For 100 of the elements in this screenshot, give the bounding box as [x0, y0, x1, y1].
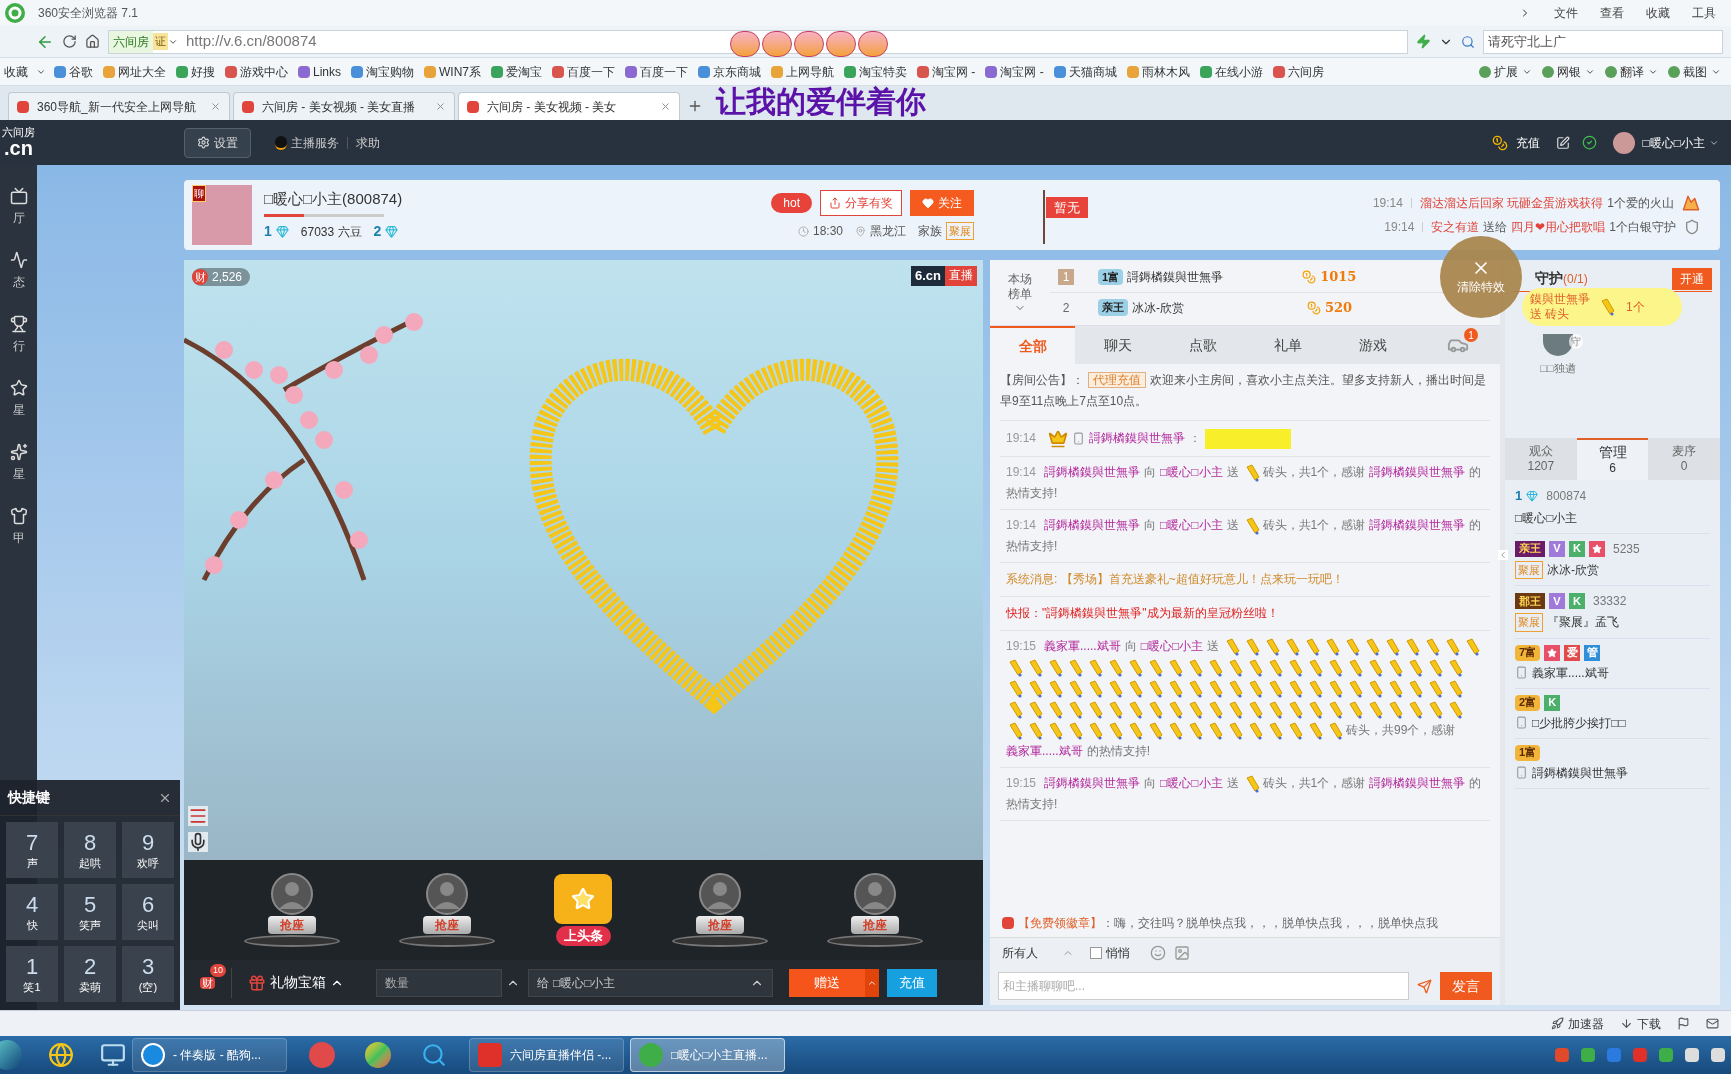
bookmark-link[interactable]: 雨林木风 — [1141, 62, 1190, 81]
audience-tab[interactable]: 观众 1207 — [1505, 438, 1577, 480]
recipient-dropdown[interactable]: 所有人 — [1002, 943, 1038, 962]
start-button[interactable] — [0, 1040, 22, 1070]
shortcut-key[interactable]: 8 起哄 — [64, 822, 116, 878]
bookmark-link[interactable]: 在线小游 — [1214, 62, 1263, 81]
nav-icon[interactable] — [9, 251, 28, 269]
nav-icon[interactable] — [9, 379, 28, 397]
bookmark-link[interactable]: Links — [313, 62, 341, 81]
toolbar-button[interactable]: 网银 — [1557, 62, 1581, 81]
taskbar-window-button[interactable]: 六间房直播伴侣 -... — [469, 1038, 624, 1072]
tray-icon[interactable] — [1685, 1048, 1699, 1062]
taskbar-app-icon[interactable] — [421, 1042, 447, 1068]
username-link[interactable]: 謌鎒橉鏌與世無爭 — [1369, 465, 1466, 479]
microphone-icon[interactable] — [188, 832, 208, 852]
flag-icon[interactable] — [1677, 1017, 1690, 1030]
member-name[interactable]: 冰冰-欣赏 — [1547, 560, 1599, 579]
close-icon[interactable] — [210, 101, 221, 112]
nav-icon[interactable] — [9, 443, 28, 461]
nav-icon[interactable] — [9, 315, 28, 333]
favorites-menu[interactable]: 收藏 — [0, 62, 36, 81]
taskbar-window-button[interactable]: □暖心□小主直播... — [630, 1038, 785, 1072]
menu-item[interactable]: 工具 — [1692, 4, 1716, 22]
username-link[interactable]: 謌鎒橉鏌與世無爭 — [1369, 776, 1466, 790]
recipient-select[interactable]: 给 □暖心□小主 — [528, 968, 773, 997]
header-link[interactable]: 求助 — [356, 133, 380, 152]
quantity-field[interactable]: 数量 — [376, 968, 502, 997]
shortcut-key[interactable]: 6 尖叫 — [122, 884, 174, 940]
bookmark-link[interactable]: 淘宝购物 — [366, 62, 414, 81]
tray-icon[interactable] — [1555, 1048, 1569, 1062]
username-link[interactable]: 謌鎒橉鏌與世無爭 — [1044, 465, 1141, 479]
menu-icon[interactable] — [188, 806, 208, 826]
edit-icon[interactable] — [1555, 135, 1570, 150]
new-tab-icon[interactable] — [687, 98, 703, 114]
chat-tab[interactable]: 礼单 — [1245, 326, 1330, 364]
member-name[interactable]: 『聚展』孟飞 — [1547, 613, 1619, 632]
whisper-checkbox[interactable] — [1090, 946, 1102, 959]
nav-icon[interactable] — [9, 507, 28, 525]
gift-box-button[interactable]: 礼物宝箱 — [240, 972, 352, 993]
status-link[interactable]: 下载 — [1637, 1014, 1661, 1033]
username-link[interactable]: □暖心□小主 — [1160, 518, 1223, 532]
username-link[interactable]: □暖心□小主 — [1140, 639, 1204, 653]
emoji-icon[interactable] — [1150, 944, 1166, 961]
audience-tab[interactable]: 管理 6 — [1576, 438, 1649, 480]
bookmark-link[interactable]: 天猫商城 — [1068, 62, 1117, 81]
shortcut-key[interactable]: 7 声 — [6, 822, 58, 878]
search-field[interactable]: 请死守北上广 — [1483, 29, 1723, 54]
shortcut-key[interactable]: 9 欢呼 — [122, 822, 174, 878]
tray-icon[interactable] — [1581, 1048, 1595, 1062]
chat-input[interactable]: 和主播聊聊吧... — [998, 972, 1409, 1000]
username-link[interactable]: 謌鎒橉鏌與世無爭 — [1044, 776, 1141, 790]
audience-tab[interactable]: 麦序 0 — [1648, 438, 1720, 480]
chat-tab[interactable]: 点歌 — [1160, 326, 1245, 364]
member-name[interactable]: 義家軍.....斌哥 — [1532, 663, 1609, 682]
bookmark-link[interactable]: 谷歌 — [69, 62, 93, 81]
bookmark-link[interactable]: 好搜 — [191, 62, 215, 81]
nav-label[interactable]: 态 — [12, 273, 25, 291]
tray-icon[interactable] — [1711, 1048, 1725, 1062]
bookmark-link[interactable]: 淘宝网 - — [932, 62, 976, 81]
taskbar-app-icon[interactable] — [48, 1042, 74, 1068]
taskbar-app-icon[interactable] — [365, 1042, 391, 1068]
nav-label[interactable]: 厅 — [12, 209, 25, 227]
username-link[interactable]: 謌鎒橉鏌與世無爭 — [1089, 428, 1186, 449]
nav-icon[interactable] — [9, 187, 28, 205]
browser-tab[interactable]: 六间房 - 美女视频 - 美女直播 — [233, 92, 455, 120]
header-link[interactable]: 主播服务 — [291, 133, 339, 152]
bookmark-link[interactable]: 淘宝网 - — [1000, 62, 1044, 81]
close-icon[interactable] — [660, 101, 671, 112]
browser-tab[interactable]: 六间房 - 美女视频 - 美女 — [458, 92, 680, 120]
username-link[interactable]: 義家軍.....斌哥 — [1006, 744, 1083, 758]
username-link[interactable]: 謌鎒橉鏌與世無爭 — [1369, 518, 1466, 532]
share-button[interactable]: 分享有奖 — [820, 189, 902, 216]
home-icon[interactable] — [85, 34, 100, 49]
bookmark-link[interactable]: 网址大全 — [118, 62, 166, 81]
send-options-button[interactable] — [865, 968, 879, 997]
username-link[interactable]: 義家軍.....斌哥 — [1044, 639, 1121, 653]
bookmark-link[interactable]: 爱淘宝 — [506, 62, 542, 81]
bookmark-link[interactable]: 京东商城 — [713, 62, 761, 81]
bookmark-link[interactable]: 百度一下 — [640, 62, 688, 81]
mail-icon[interactable] — [1706, 1017, 1719, 1030]
chat-tab[interactable]: 游戏 — [1330, 326, 1415, 364]
refresh-icon[interactable] — [62, 34, 77, 49]
taskbar-window-button[interactable]: - 伴奏版 - 酷狗... — [132, 1038, 287, 1072]
collapse-handle[interactable] — [1498, 550, 1508, 560]
bookmark-link[interactable]: WIN7系 — [439, 62, 481, 81]
menu-item[interactable]: 收藏 — [1646, 4, 1670, 22]
bookmark-link[interactable]: 游戏中心 — [240, 62, 288, 81]
bookmark-link[interactable]: 百度一下 — [567, 62, 615, 81]
headline-button[interactable]: 上头条 — [555, 926, 611, 946]
settings-button[interactable]: 设置 — [184, 127, 251, 158]
toolbar-button[interactable]: 截图 — [1683, 62, 1707, 81]
close-icon[interactable] — [435, 101, 446, 112]
shortcut-key[interactable]: 4 快 — [6, 884, 58, 940]
member-name[interactable]: 謌鎒橉鏌與世無爭 — [1532, 763, 1628, 782]
menu-item[interactable]: 查看 — [1600, 4, 1624, 22]
user-name[interactable]: □暖心□小主 — [1642, 133, 1705, 152]
tray-icon[interactable] — [1659, 1048, 1673, 1062]
status-link[interactable]: 加速器 — [1568, 1014, 1604, 1033]
nav-label[interactable]: 星 — [12, 465, 25, 483]
send-icon[interactable] — [1417, 978, 1432, 994]
